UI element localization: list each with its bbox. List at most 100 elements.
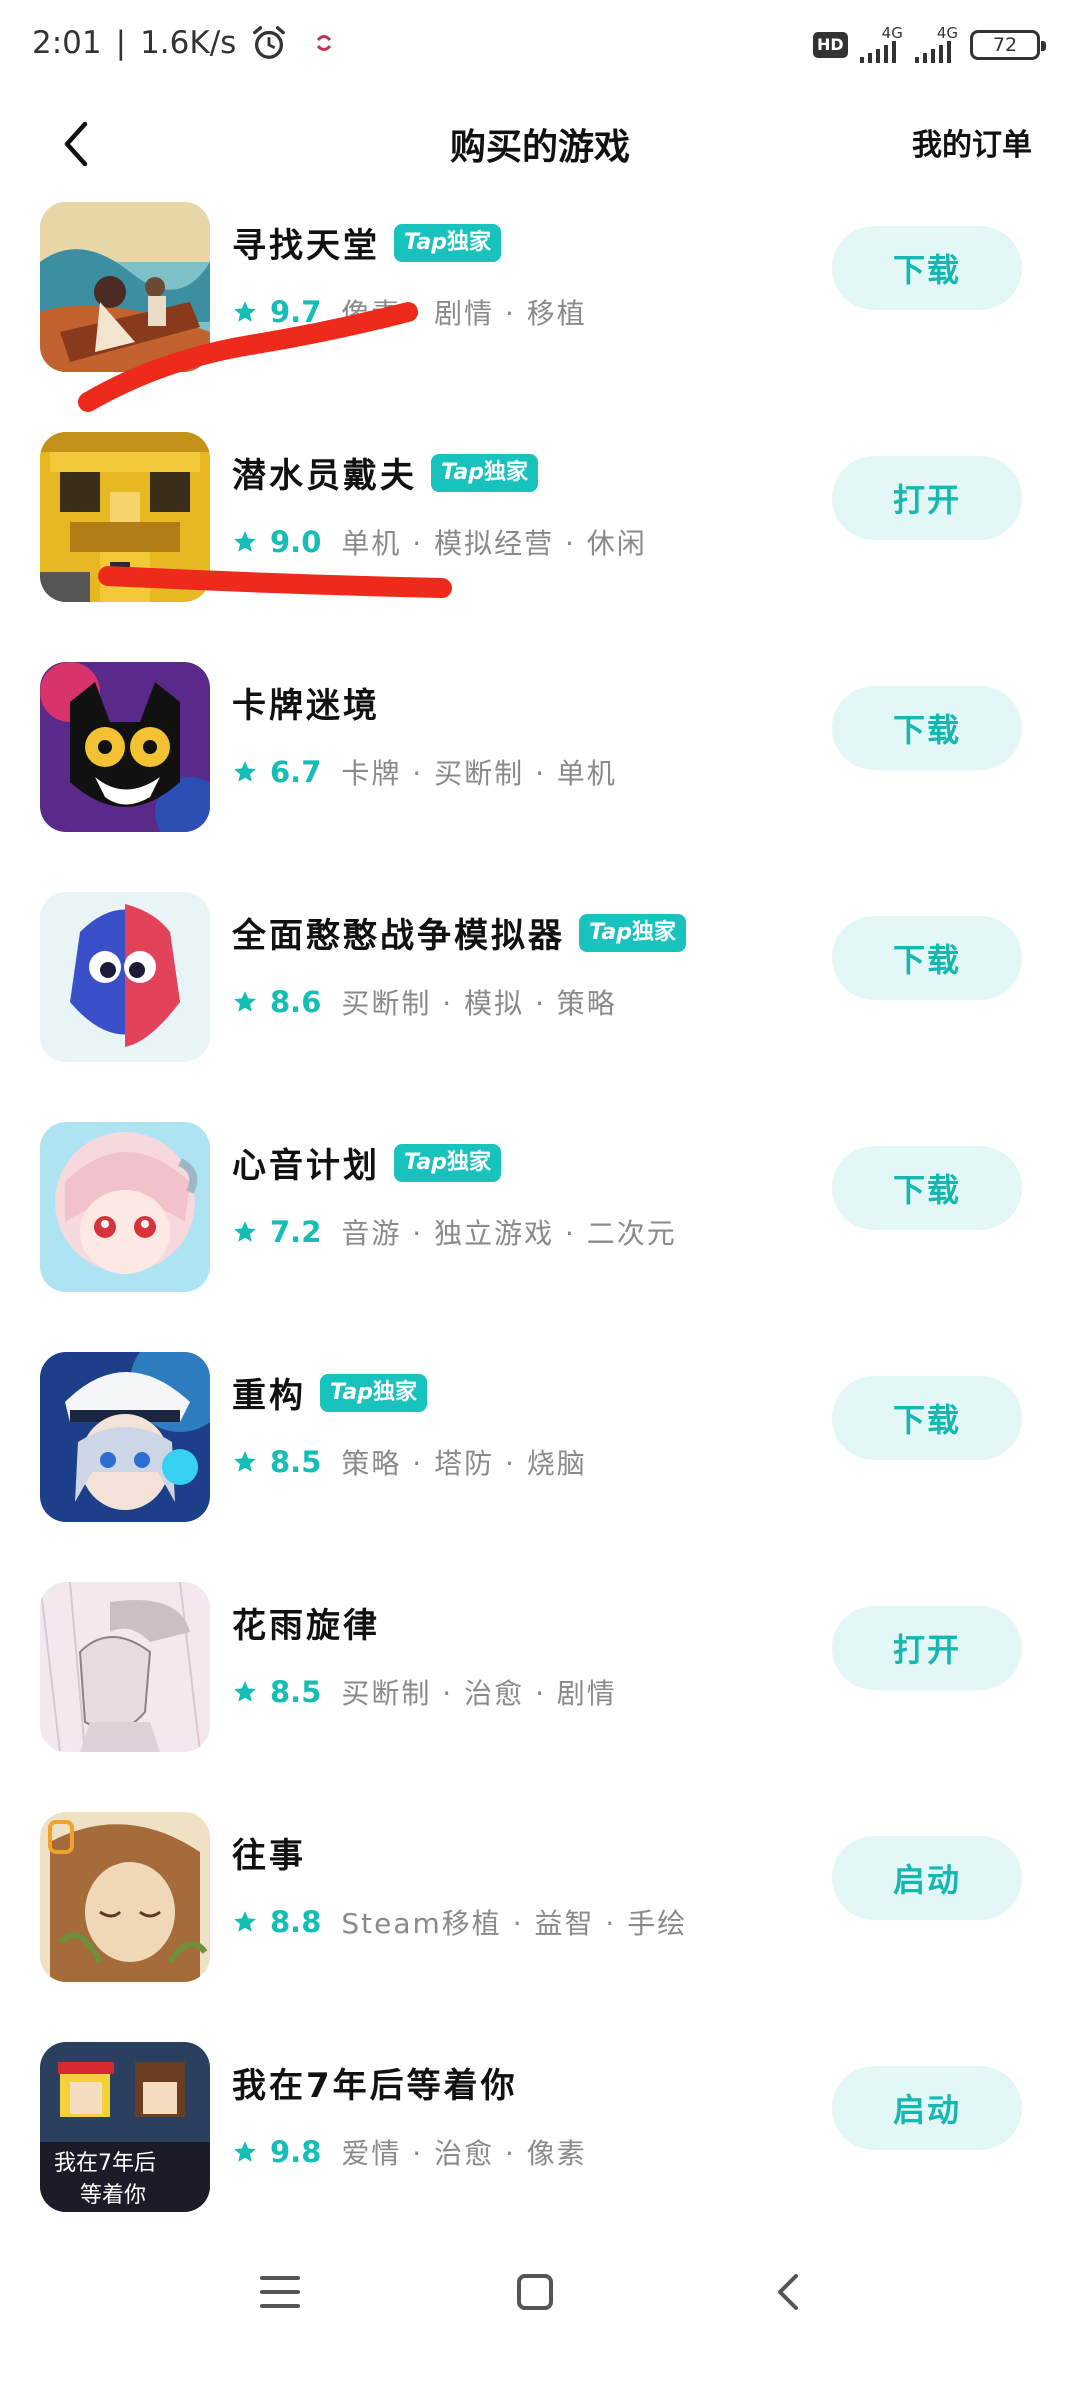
list-item[interactable]: 花雨旋律 8.5 买断制 · 治愈 · 剧情 打开 (0, 1582, 1080, 1812)
game-icon[interactable] (40, 1582, 210, 1752)
download-button[interactable]: 下载 (832, 916, 1022, 1000)
icon-text-line2: 等着你 (80, 2183, 146, 2208)
game-meta: 9.8 爱情 · 治愈 · 像素 (232, 2132, 587, 2172)
list-item[interactable]: 寻找天堂 Tap独家 9.7 像素 · 剧情 · 移植 下载 (0, 202, 1080, 432)
system-nav-bar (0, 2240, 1080, 2340)
list-item[interactable]: 往事 8.8 Steam移植 · 益智 · 手绘 启动 (0, 1812, 1080, 2042)
badge-tap-text: Tap (404, 1149, 447, 1175)
rating: 9.0 (270, 525, 322, 559)
signal-bars-icon (914, 41, 951, 63)
badge-tap-text: Tap (589, 919, 632, 945)
clock: 2:01 (32, 25, 102, 61)
tap-exclusive-badge: Tap独家 (394, 223, 502, 262)
network-speed: 1.6K/s (140, 25, 237, 61)
badge-exclusive-text: 独家 (484, 459, 529, 485)
tap-exclusive-badge: Tap独家 (320, 1373, 428, 1412)
badge-exclusive-text: 独家 (447, 1149, 492, 1175)
list-item[interactable]: 心音计划 Tap独家 7.2 音游 · 独立游戏 · 二次元 下载 (0, 1122, 1080, 1352)
list-item[interactable]: 我在7年后 等着你 我在7年后等着你 9.8 爱情 · 治愈 · 像素 启动 (0, 2042, 1080, 2272)
game-icon-art (40, 1352, 210, 1522)
rating: 8.5 (270, 1445, 322, 1479)
game-icon[interactable] (40, 202, 210, 372)
game-name-row: 花雨旋律 (232, 1598, 380, 1647)
game-icon[interactable] (40, 432, 210, 602)
download-button[interactable]: 下载 (832, 1376, 1022, 1460)
open-button[interactable]: 打开 (832, 456, 1022, 540)
menu-icon[interactable] (250, 2262, 310, 2322)
game-tags: 策略 · 塔防 · 烧脑 (341, 1447, 587, 1480)
back-nav-icon[interactable] (760, 2262, 820, 2322)
game-icon[interactable] (40, 1812, 210, 1982)
game-name: 全面憨憨战争模拟器 (232, 916, 565, 956)
launch-button[interactable]: 启动 (832, 1836, 1022, 1920)
rating: 9.8 (270, 2135, 322, 2169)
download-button[interactable]: 下载 (832, 226, 1022, 310)
open-button[interactable]: 打开 (832, 1606, 1022, 1690)
download-button[interactable]: 下载 (832, 686, 1022, 770)
rating: 9.7 (270, 295, 322, 329)
rating: 8.8 (270, 1905, 322, 1939)
game-meta: 7.2 音游 · 独立游戏 · 二次元 (232, 1212, 677, 1252)
list-item[interactable]: 卡牌迷境 6.7 卡牌 · 买断制 · 单机 下载 (0, 662, 1080, 892)
list-item[interactable]: 重构 Tap独家 8.5 策略 · 塔防 · 烧脑 下载 (0, 1352, 1080, 1582)
game-icon[interactable] (40, 1352, 210, 1522)
game-name: 寻找天堂 (232, 226, 380, 266)
my-orders-link[interactable]: 我的订单 (912, 120, 1032, 164)
game-tags: 音游 · 独立游戏 · 二次元 (341, 1217, 677, 1250)
game-name-row: 寻找天堂 Tap独家 (232, 218, 502, 267)
game-icon-art (40, 1582, 210, 1752)
signal-bars-icon (859, 41, 896, 63)
game-meta: 8.5 策略 · 塔防 · 烧脑 (232, 1442, 587, 1482)
game-tags: 买断制 · 模拟 · 策略 (341, 987, 617, 1020)
signal-2: 4G (914, 24, 958, 63)
list-item[interactable]: 全面憨憨战争模拟器 Tap独家 8.6 买断制 · 模拟 · 策略 下载 (0, 892, 1080, 1122)
status-left: 2:01 | 1.6K/s (32, 24, 336, 62)
game-icon[interactable]: 我在7年后 等着你 (40, 2042, 210, 2212)
rating: 7.2 (270, 1215, 322, 1249)
launch-button[interactable]: 启动 (832, 2066, 1022, 2150)
home-icon[interactable] (505, 2262, 565, 2322)
battery-level: 72 (992, 33, 1018, 56)
game-name-row: 重构 Tap独家 (232, 1368, 428, 1417)
game-icon[interactable] (40, 662, 210, 832)
tap-exclusive-badge: Tap独家 (579, 913, 687, 952)
game-tags: 卡牌 · 买断制 · 单机 (341, 757, 617, 790)
game-icon-art (40, 892, 210, 1062)
star-icon (234, 1451, 256, 1472)
star-icon (234, 301, 256, 322)
badge-tap-text: Tap (330, 1379, 373, 1405)
star-icon (234, 2141, 256, 2162)
game-name-row: 我在7年后等着你 (232, 2058, 518, 2107)
rating: 6.7 (270, 755, 322, 789)
badge-tap-text: Tap (441, 459, 484, 485)
download-button[interactable]: 下载 (832, 1146, 1022, 1230)
game-name: 心音计划 (232, 1146, 380, 1186)
game-meta: 9.0 单机 · 模拟经营 · 休闲 (232, 522, 647, 562)
star-icon (234, 1221, 256, 1242)
game-meta: 9.7 像素 · 剧情 · 移植 (232, 292, 587, 332)
game-icon-art (40, 662, 210, 832)
game-tags: 爱情 · 治愈 · 像素 (341, 2137, 587, 2170)
tap-exclusive-badge: Tap独家 (431, 453, 539, 492)
sync-icon (317, 35, 332, 51)
game-name-row: 全面憨憨战争模拟器 Tap独家 (232, 908, 687, 957)
game-icon[interactable] (40, 1122, 210, 1292)
game-name-row: 心音计划 Tap独家 (232, 1138, 502, 1187)
game-name: 往事 (232, 1836, 306, 1876)
badge-exclusive-text: 独家 (447, 229, 492, 255)
game-meta: 8.6 买断制 · 模拟 · 策略 (232, 982, 617, 1022)
game-icon-art (40, 1122, 210, 1292)
badge-exclusive-text: 独家 (373, 1379, 418, 1405)
game-tags: Steam移植 · 益智 · 手绘 (341, 1907, 688, 1940)
status-right: HD 4G 4G 72 (812, 24, 1046, 63)
list-item[interactable]: 潜水员戴夫 Tap独家 9.0 单机 · 模拟经营 · 休闲 打开 (0, 432, 1080, 662)
game-name-row: 往事 (232, 1828, 306, 1877)
game-tags: 单机 · 模拟经营 · 休闲 (341, 527, 647, 560)
tap-exclusive-badge: Tap独家 (394, 1143, 502, 1182)
signal-2-label: 4G (936, 24, 958, 42)
game-icon[interactable] (40, 892, 210, 1062)
game-name: 花雨旋律 (232, 1606, 380, 1646)
star-icon (234, 761, 256, 782)
game-icon-art (40, 432, 210, 602)
star-icon (234, 1681, 256, 1702)
